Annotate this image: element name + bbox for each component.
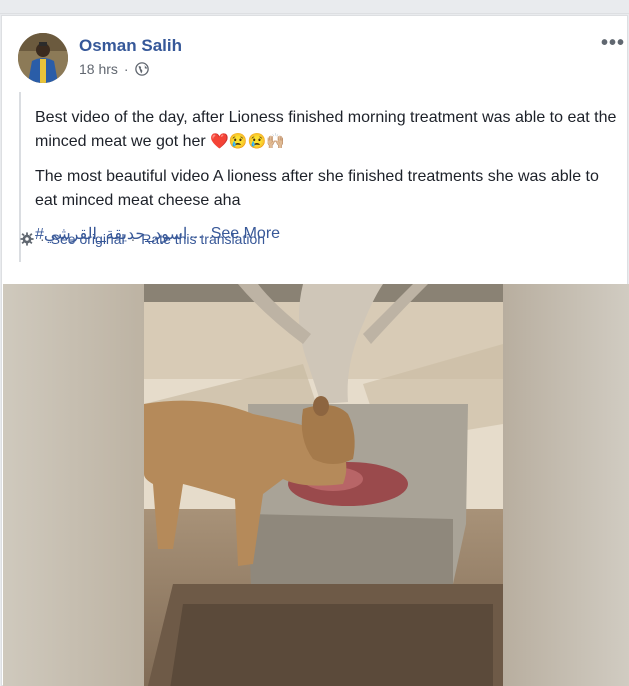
video-frame (3, 284, 629, 686)
gear-icon (20, 232, 34, 246)
translation-separator-1: · (40, 231, 45, 247)
emoji-reactions-inline: ❤️😢😢🙌🏼 (210, 133, 285, 150)
post-text-translation: The most beautiful video A lioness after… (35, 168, 599, 209)
post-meta: 18 hrs · (79, 61, 149, 77)
rate-translation-link[interactable]: Rate this translation (141, 231, 265, 247)
meta-separator: · (123, 61, 129, 77)
author-name[interactable]: Osman Salih (79, 36, 182, 56)
video-player[interactable] (3, 284, 629, 686)
translation-separator-2: · (130, 231, 136, 247)
post-text-original: Best video of the day, after Lioness fin… (35, 106, 619, 154)
author-avatar[interactable] (18, 33, 68, 83)
post-timestamp[interactable]: 18 hrs (79, 61, 118, 77)
post-text-original-body: Best video of the day, after Lioness fin… (35, 109, 617, 150)
see-original-link[interactable]: See original (51, 231, 125, 247)
video-blur-left (3, 284, 144, 686)
translation-bar: · See original · Rate this translation (20, 231, 265, 247)
post-card: Osman Salih 18 hrs · ••• Best video of t… (1, 15, 629, 686)
page-top-strip (0, 0, 629, 14)
post-options-button[interactable]: ••• (601, 32, 625, 55)
globe-icon (134, 62, 149, 76)
video-blur-right (503, 284, 629, 686)
avatar-image (18, 33, 68, 83)
